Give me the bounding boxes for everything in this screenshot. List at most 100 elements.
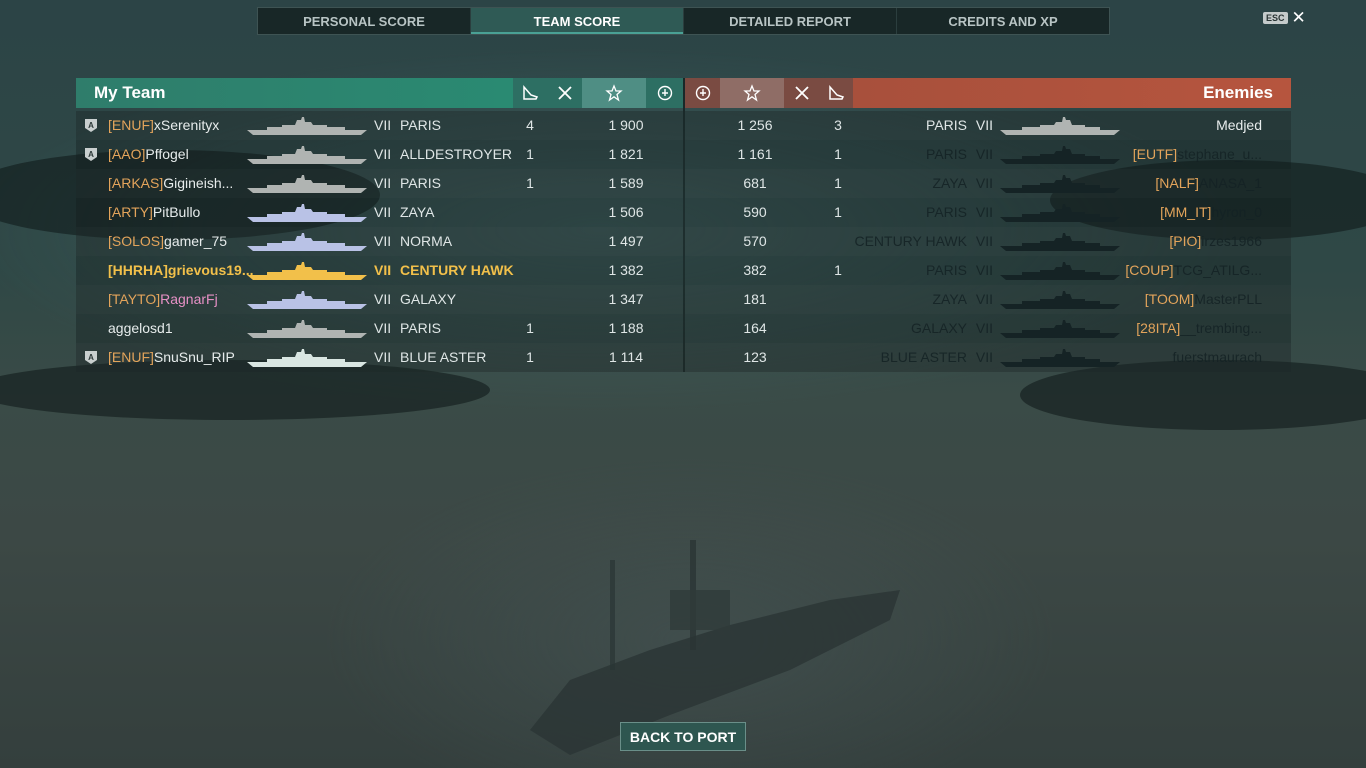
- experience-value: 1 114: [609, 349, 643, 365]
- ship-tier: VII: [374, 175, 392, 191]
- ship-tier: VII: [975, 117, 993, 133]
- ships-destroyed-icon: [794, 86, 809, 100]
- ship-silhouette: [247, 145, 367, 165]
- back-to-port-button[interactable]: BACK TO PORT: [620, 722, 746, 751]
- player-row[interactable]: [ARKAS]Gigineish... VII PARIS 1 1 589: [76, 169, 683, 198]
- ships-destroyed-value: 1: [834, 262, 842, 278]
- enemy-team-list: 1 256 3 PARIS VII Medjed 1 161 1 PARIS VII [EUTF]…: [685, 111, 1291, 372]
- ship-silhouette-icon: [247, 262, 367, 280]
- experience-value: 681: [743, 175, 767, 191]
- player-row[interactable]: A [ENUF]xSerenityx VII PARIS 4 1 900: [76, 111, 683, 140]
- player-name: [EUTF]stephane_u...: [1133, 140, 1262, 169]
- ship-name: PARIS: [926, 146, 967, 162]
- my-team-title: My Team: [94, 83, 166, 102]
- enemy-player-row[interactable]: 181 ZAYA VII [TOOM]MasterPLL: [685, 285, 1291, 314]
- ships-destroyed-value: 1: [834, 175, 842, 191]
- ship-name: NORMA: [400, 233, 453, 249]
- ships-destroyed-value: 1: [834, 204, 842, 220]
- tab-personal-score[interactable]: PERSONAL SCORE: [258, 8, 471, 34]
- player-row[interactable]: aggelosd1 VII PARIS 1 1 188: [76, 314, 683, 343]
- column-experience[interactable]: [720, 78, 784, 108]
- ship-silhouette-icon: [247, 204, 367, 222]
- my-team-title-bar: My Team: [76, 78, 513, 108]
- player-row[interactable]: A [ENUF]SnuSnu_RIP VII BLUE ASTER 1 1 114: [76, 343, 683, 372]
- clan-tag: [TAYTO]: [108, 291, 161, 307]
- player-nickname: Gigineish...: [163, 175, 234, 191]
- ship-silhouette: [247, 348, 367, 368]
- player-name: aggelosd1: [108, 314, 173, 343]
- ship-tier: VII: [975, 262, 993, 278]
- ship-silhouette-icon: [1000, 146, 1120, 164]
- column-ships-destroyed[interactable]: [547, 78, 582, 108]
- ship-tier: VII: [975, 320, 993, 336]
- column-planes-destroyed[interactable]: [819, 78, 853, 108]
- ships-destroyed-value: 3: [834, 117, 842, 133]
- player-row[interactable]: [HHRHA]grievous19... VII CENTURY HAWK 1 382: [76, 256, 683, 285]
- player-row[interactable]: A [AAO]Pffogel VII ALLDESTROYER 1 1 821: [76, 140, 683, 169]
- ship-silhouette: [247, 290, 367, 310]
- ship-name: BLUE ASTER: [400, 349, 487, 365]
- ships-destroyed-value: [833, 285, 843, 314]
- enemies-header: Enemies: [685, 78, 1291, 108]
- planes-destroyed-icon: [523, 85, 539, 100]
- player-nickname: MasterPLL: [1194, 291, 1262, 307]
- experience-value: 590: [743, 204, 767, 220]
- ship-name: CENTURY HAWK: [400, 262, 514, 278]
- player-row[interactable]: [SOLOS]gamer_75 VII NORMA 1 497: [76, 227, 683, 256]
- player-nickname: Pffogel: [145, 146, 189, 162]
- column-base-capture[interactable]: [685, 78, 720, 108]
- enemy-player-row[interactable]: 681 1 ZAYA VII [NALF]ANASA_1: [685, 169, 1291, 198]
- esc-close-button[interactable]: ESC ✕: [1263, 8, 1306, 27]
- experience-value: 1 161: [737, 146, 773, 162]
- enemy-player-row[interactable]: 570 CENTURY HAWK VII [PIO]irzes1966: [685, 227, 1291, 256]
- ships-destroyed-value: [525, 285, 535, 314]
- ships-destroyed-value: 1: [526, 146, 534, 162]
- ship-tier: VII: [374, 233, 392, 249]
- ships-destroyed-value: [833, 314, 843, 343]
- clan-tag: [TOOM]: [1144, 291, 1195, 307]
- experience-value: 1 256: [737, 117, 773, 133]
- tab-credits-and-xp[interactable]: CREDITS AND XP: [897, 8, 1109, 34]
- ships-destroyed-value: 1: [834, 146, 842, 162]
- ship-tier: VII: [374, 117, 392, 133]
- ship-silhouette: [1000, 116, 1120, 136]
- column-ships-destroyed[interactable]: [784, 78, 819, 108]
- ship-name: ALLDESTROYER: [400, 146, 513, 162]
- ship-silhouette: [1000, 232, 1120, 252]
- player-name: [MM_IT]hyron_0: [1160, 198, 1262, 227]
- enemy-player-row[interactable]: 164 GALAXY VII [28ITA]__trembing...: [685, 314, 1291, 343]
- column-base-capture[interactable]: [646, 78, 683, 108]
- ship-name: ZAYA: [932, 175, 968, 191]
- enemy-player-row[interactable]: 590 1 PARIS VII [MM_IT]hyron_0: [685, 198, 1291, 227]
- ship-tier: VII: [374, 146, 392, 162]
- ship-name: GALAXY: [400, 291, 457, 307]
- tab-detailed-report[interactable]: DETAILED REPORT: [684, 8, 897, 34]
- column-experience[interactable]: [582, 78, 646, 108]
- player-nickname: SnuSnu_RIP: [153, 349, 235, 365]
- tab-team-score[interactable]: TEAM SCORE: [471, 8, 684, 34]
- ship-silhouette-icon: [1000, 117, 1120, 135]
- experience-value: 1 188: [608, 320, 644, 336]
- enemy-player-row[interactable]: 1 161 1 PARIS VII [EUTF]stephane_u...: [685, 140, 1291, 169]
- experience-star-icon: [605, 84, 623, 102]
- player-row[interactable]: [ARTY]PitBullo VII ZAYA 1 506: [76, 198, 683, 227]
- experience-value: 164: [743, 320, 767, 336]
- ship-silhouette: [1000, 174, 1120, 194]
- enemy-player-row[interactable]: 123 BLUE ASTER VII fuerstmaurach: [685, 343, 1291, 372]
- enemy-player-row[interactable]: 1 256 3 PARIS VII Medjed: [685, 111, 1291, 140]
- player-row[interactable]: [TAYTO]RagnarFj VII GALAXY 1 347: [76, 285, 683, 314]
- clan-tag: [HHRHA]: [108, 262, 168, 278]
- player-nickname: PitBullo: [152, 204, 201, 220]
- ship-silhouette: [1000, 290, 1120, 310]
- ship-tier: VII: [374, 349, 392, 365]
- column-planes-destroyed[interactable]: [513, 78, 547, 108]
- player-nickname: TCG_ATILG...: [1173, 262, 1262, 278]
- player-name: [ARKAS]Gigineish...: [108, 169, 233, 198]
- enemies-title: Enemies: [1203, 83, 1273, 102]
- enemy-player-row[interactable]: 382 1 PARIS VII [COUP]TCG_ATILG...: [685, 256, 1291, 285]
- ship-silhouette-icon: [247, 175, 367, 193]
- close-icon: ✕: [1291, 8, 1306, 27]
- ship-silhouette: [247, 232, 367, 252]
- ship-silhouette: [1000, 319, 1120, 339]
- ship-silhouette-icon: [1000, 262, 1120, 280]
